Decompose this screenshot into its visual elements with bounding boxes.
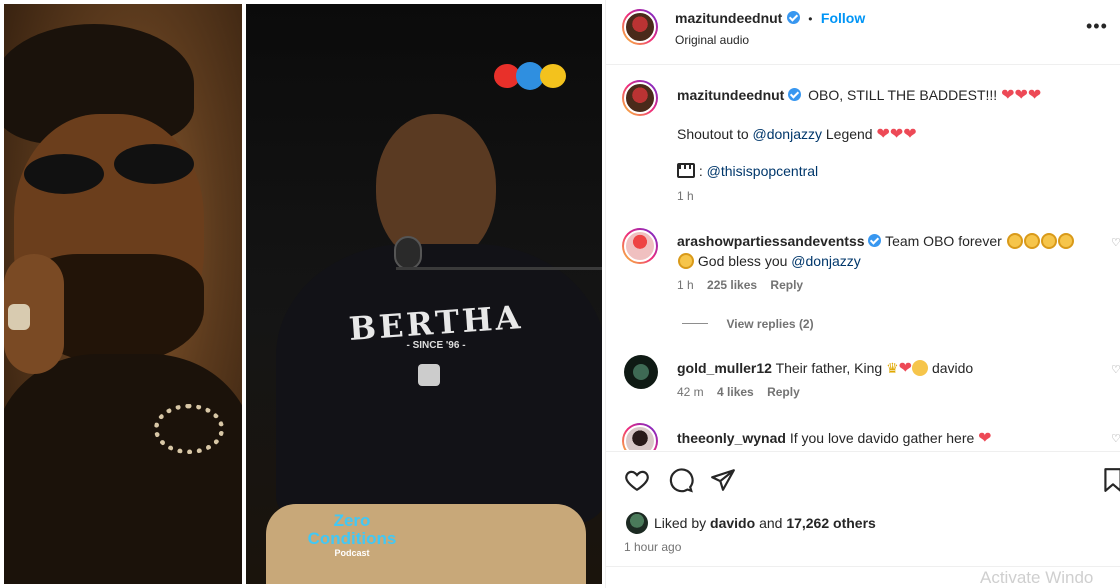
- reply-button[interactable]: Reply: [767, 385, 800, 399]
- comment-1-meta: 1 h 225 likes Reply: [677, 278, 803, 292]
- clap-emoji: [1006, 233, 1074, 249]
- caption-username[interactable]: mazitundeednut: [677, 87, 784, 103]
- comment-like-icon[interactable]: ♡: [1111, 432, 1120, 445]
- post-time: 1 hour ago: [624, 540, 682, 554]
- comment-text-line2: God bless you: [697, 253, 788, 269]
- jacket: [4, 354, 242, 584]
- footer-divider: [606, 566, 1120, 567]
- comment-1: arashowpartiessandeventss Team OBO forev…: [677, 231, 1097, 271]
- comment-likes[interactable]: 4 likes: [717, 385, 754, 399]
- shirt-subtext: - SINCE '96 -: [406, 340, 466, 351]
- comment-avatar[interactable]: [624, 355, 658, 389]
- comment-time: 42 m: [677, 385, 704, 399]
- comment-username[interactable]: gold_muller12: [677, 360, 772, 376]
- reply-button[interactable]: Reply: [770, 278, 803, 292]
- crown-emoji: ♛: [886, 360, 899, 376]
- share-icon[interactable]: [710, 467, 736, 498]
- comment-username[interactable]: theeonly_wynad: [677, 430, 786, 446]
- mic-stand: [396, 267, 602, 270]
- podcast-title-2: Conditions: [307, 529, 397, 548]
- audio-label[interactable]: Original audio: [675, 33, 749, 47]
- verified-icon: [868, 234, 882, 247]
- media-photo-right: BERTHA - SINCE '96 - Zero Conditions Pod…: [246, 4, 602, 584]
- follow-button[interactable]: Follow: [821, 10, 865, 26]
- credit-mention-link[interactable]: @thisispopcentral: [707, 163, 819, 179]
- podcast-logo: Zero Conditions Podcast: [292, 511, 412, 559]
- verified-icon: [786, 11, 800, 24]
- comment-3-clip: theeonly_wynad If you love davido gather…: [606, 420, 1120, 450]
- comment-3: theeonly_wynad If you love davido gather…: [677, 428, 992, 448]
- caption-line-2: Shoutout to @donjazzy Legend ❤❤❤: [677, 124, 917, 144]
- man-head: [376, 114, 496, 264]
- comment-2-meta: 42 m 4 likes Reply: [677, 385, 800, 399]
- mention-link[interactable]: @donjazzy: [791, 253, 860, 269]
- caption-time: 1 h: [677, 189, 694, 203]
- heart-emoji: ❤: [898, 360, 913, 377]
- caption-line-1: mazitundeednut OBO, STILL THE BADDEST!!!…: [677, 85, 1041, 105]
- comment-like-icon[interactable]: ♡: [1111, 363, 1120, 376]
- view-replies-label[interactable]: View replies (2): [726, 317, 813, 331]
- likes-count[interactable]: 17,262 others: [786, 515, 876, 531]
- comment-avatar[interactable]: [622, 228, 658, 264]
- caption-credit: : @thisispopcentral: [677, 163, 818, 179]
- pendant: [418, 364, 440, 386]
- clapperboard-icon: [677, 163, 695, 178]
- microphone: [394, 236, 422, 270]
- separator-dot: •: [808, 12, 813, 26]
- sunglasses: [24, 154, 104, 194]
- activate-windows-watermark: Activate Windo: [980, 568, 1094, 587]
- liked-by-prefix: Liked by: [654, 515, 707, 531]
- comment-avatar[interactable]: [622, 423, 658, 450]
- liked-by-user[interactable]: davido: [710, 515, 755, 531]
- caption-avatar[interactable]: [622, 80, 658, 116]
- post-media[interactable]: BERTHA - SINCE '96 - Zero Conditions Pod…: [0, 0, 605, 588]
- comment-text: Their father, King: [775, 360, 883, 376]
- popcentral-logo: [494, 62, 568, 90]
- caption-legend: Legend: [825, 126, 873, 142]
- comment-username[interactable]: arashowpartiessandeventss: [677, 233, 865, 249]
- view-replies[interactable]: View replies (2): [682, 315, 814, 333]
- header-divider: [606, 64, 1120, 65]
- caption-shoutout: Shoutout to: [677, 126, 749, 142]
- comment-text-after: davido: [931, 360, 974, 376]
- post-header: mazitundeednut • Follow: [675, 10, 865, 28]
- liked-by-and: and: [759, 515, 783, 531]
- post-panel: mazitundeednut • Follow Original audio •…: [605, 0, 1120, 588]
- comment-likes[interactable]: 225 likes: [707, 278, 757, 292]
- caption-text: OBO, STILL THE BADDEST!!!: [808, 87, 998, 103]
- more-options-icon[interactable]: •••: [1086, 16, 1108, 37]
- replies-line: [682, 323, 708, 324]
- verified-icon: [788, 88, 802, 101]
- comment-text: If you love davido gather here: [789, 430, 975, 446]
- liked-by: Liked by davido and 17,262 others: [654, 515, 876, 531]
- media-photo-left: [4, 4, 242, 584]
- heart-emoji: ❤: [978, 430, 992, 447]
- comment-text: Team OBO forever: [885, 233, 1002, 249]
- necklace: [154, 404, 224, 454]
- liker-avatar[interactable]: [626, 512, 648, 534]
- comment-time: 1 h: [677, 278, 694, 292]
- heart-emoji: ❤❤❤: [876, 126, 917, 143]
- clap-emoji: [678, 253, 694, 269]
- ring: [8, 304, 30, 330]
- author-username[interactable]: mazitundeednut: [675, 10, 782, 26]
- author-avatar[interactable]: [622, 9, 658, 45]
- face-emoji: [912, 360, 929, 376]
- podcast-subtitle: Podcast: [334, 548, 370, 558]
- mention-link[interactable]: @donjazzy: [753, 126, 822, 142]
- actions-divider: [606, 451, 1120, 452]
- comment-icon[interactable]: [668, 467, 694, 498]
- comment-2: gold_muller12 Their father, King ♛❤ davi…: [677, 358, 973, 378]
- heart-emoji: ❤❤❤: [1001, 87, 1042, 104]
- like-heart-icon[interactable]: [624, 467, 650, 498]
- podcast-title-1: Zero: [333, 511, 371, 530]
- save-bookmark-icon[interactable]: [1100, 467, 1120, 498]
- comment-like-icon[interactable]: ♡: [1111, 236, 1120, 249]
